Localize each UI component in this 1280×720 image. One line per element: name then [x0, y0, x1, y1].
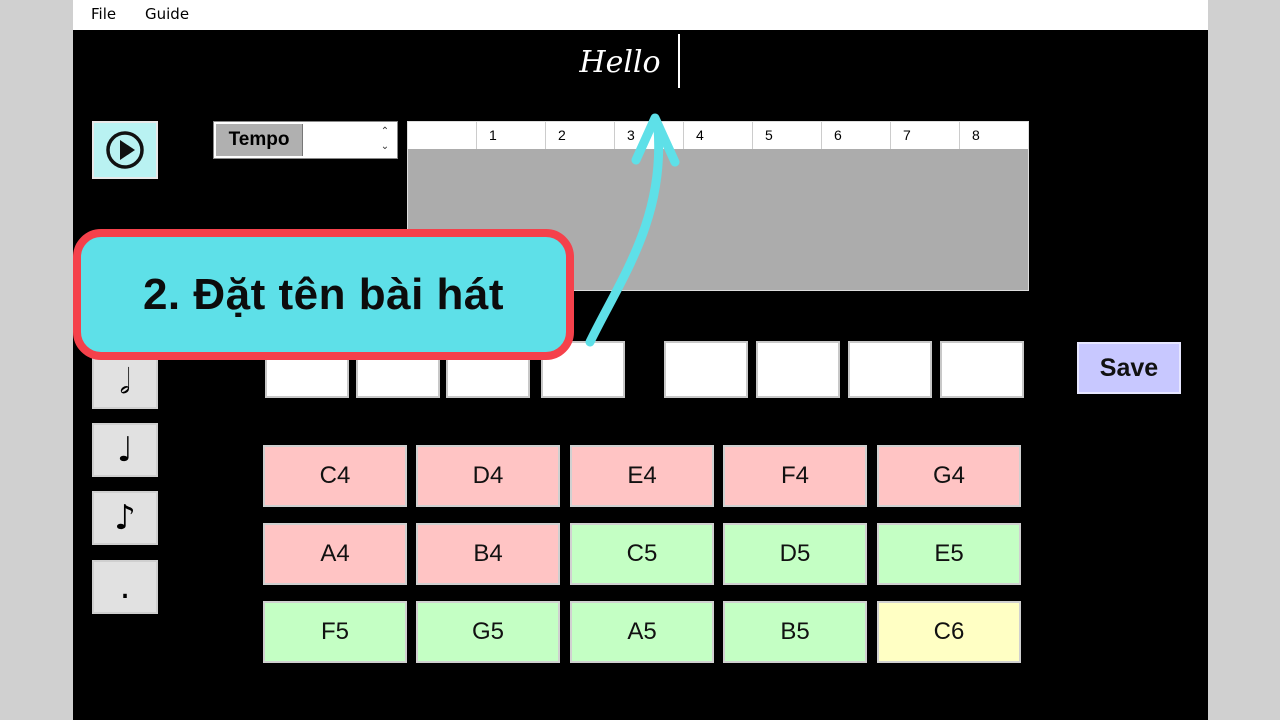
note-key-d4[interactable]: D4	[416, 445, 560, 507]
save-button[interactable]: Save	[1077, 342, 1181, 394]
duration-button[interactable]: .	[92, 560, 158, 614]
note-key-e4[interactable]: E4	[570, 445, 714, 507]
instruction-callout: 2. Đặt tên bài hát	[73, 229, 574, 360]
note-key-c5[interactable]: C5	[570, 523, 714, 585]
note-key-g5[interactable]: G5	[416, 601, 560, 663]
menu-guide[interactable]: Guide	[145, 5, 189, 23]
menu-bar: File Guide	[73, 0, 1208, 30]
note-key-c4[interactable]: C4	[263, 445, 407, 507]
spinner-up-icon[interactable]: ⌃	[377, 124, 393, 139]
grid-column-header: 5	[752, 122, 821, 149]
duration-button[interactable]: ♩	[92, 423, 158, 477]
song-title-input[interactable]: Hello	[520, 38, 720, 88]
duration-button[interactable]: 𝅗𝅥	[92, 355, 158, 409]
note-key-b5[interactable]: B5	[723, 601, 867, 663]
dot-icon: .	[119, 567, 131, 607]
grid-column-header: 1	[476, 122, 545, 149]
tempo-label: Tempo	[216, 124, 303, 156]
note-key-f4[interactable]: F4	[723, 445, 867, 507]
note-key-b4[interactable]: B4	[416, 523, 560, 585]
grid-column-header: 4	[683, 122, 752, 149]
duration-button[interactable]: ♪	[92, 491, 158, 545]
menu-file[interactable]: File	[91, 5, 116, 23]
note-key-g4[interactable]: G4	[877, 445, 1021, 507]
eighth-note-icon: ♪	[114, 498, 136, 538]
play-icon	[106, 131, 144, 169]
spinner-down-icon[interactable]: ⌄	[377, 139, 393, 154]
play-button[interactable]	[92, 121, 158, 179]
half-note-icon: 𝅗𝅥	[119, 362, 131, 402]
callout-text: 2. Đặt tên bài hát	[142, 269, 505, 319]
note-key-c6[interactable]: C6	[877, 601, 1021, 663]
grid-column-header: 7	[890, 122, 959, 149]
grid-header: 12345678	[408, 122, 1028, 149]
quarter-note-icon: ♩	[116, 430, 134, 470]
grid-column-header: 3	[614, 122, 683, 149]
note-key-d5[interactable]: D5	[723, 523, 867, 585]
tempo-control: Tempo ⌃ ⌄	[213, 121, 398, 159]
tempo-spinner[interactable]: ⌃ ⌄	[377, 124, 393, 156]
note-key-a4[interactable]: A4	[263, 523, 407, 585]
note-key-a5[interactable]: A5	[570, 601, 714, 663]
tempo-input[interactable]	[304, 124, 378, 156]
grid-column-header: 2	[545, 122, 614, 149]
text-caret	[678, 34, 680, 88]
note-key-e5[interactable]: E5	[877, 523, 1021, 585]
note-slot[interactable]	[756, 341, 840, 398]
note-slot[interactable]	[940, 341, 1024, 398]
grid-column-header: 6	[821, 122, 890, 149]
note-key-f5[interactable]: F5	[263, 601, 407, 663]
grid-column-header: 8	[959, 122, 1028, 149]
note-slot[interactable]	[848, 341, 932, 398]
note-slot[interactable]	[664, 341, 748, 398]
